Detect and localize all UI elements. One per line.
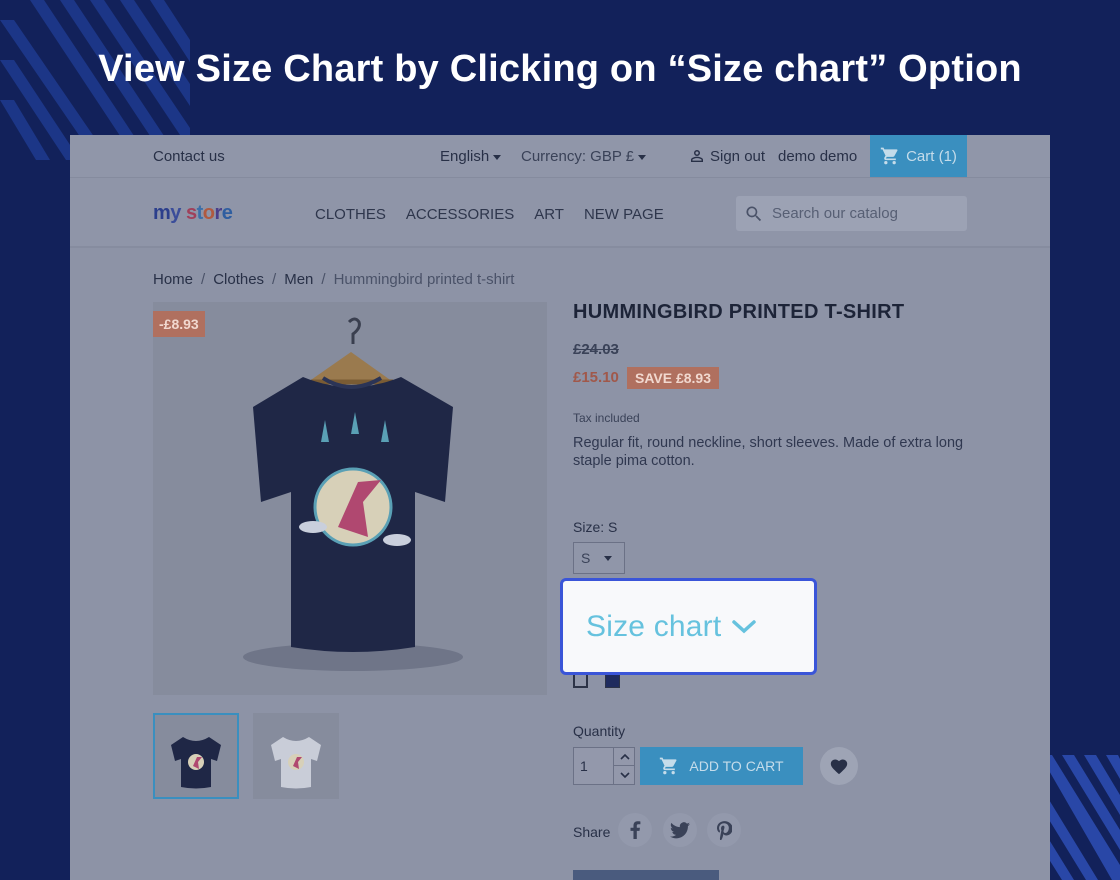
pinterest-icon — [716, 820, 732, 840]
product-title: HUMMINGBIRD PRINTED T-SHIRT — [573, 301, 905, 323]
heart-icon — [830, 759, 848, 775]
wishlist-button[interactable] — [820, 747, 858, 785]
language-selector[interactable]: English — [440, 148, 502, 165]
chevron-up-icon — [619, 753, 630, 760]
quantity-label: Quantity — [573, 723, 626, 739]
cart-icon — [660, 757, 677, 775]
caret-down-icon — [493, 154, 502, 160]
sign-out-link[interactable]: Sign out — [688, 147, 765, 165]
twitter-icon — [670, 821, 690, 838]
decorative-stripes-bottom-right — [1040, 755, 1120, 880]
main-menu: CLOTHES ACCESSORIES ART NEW PAGE — [315, 206, 664, 223]
currency-label: Currency: GBP £ — [521, 148, 635, 165]
product-description: Regular fit, round neckline, short sleev… — [573, 435, 964, 469]
add-to-cart-button[interactable]: ADD TO CART — [640, 747, 803, 785]
color-swatch-navy[interactable] — [605, 673, 620, 688]
search-icon — [746, 206, 762, 221]
product-main-image[interactable] — [153, 302, 547, 695]
regular-price: £24.03 — [573, 341, 619, 358]
product-thumbnail-navy[interactable] — [153, 713, 239, 799]
size-label: Size: S — [573, 519, 618, 535]
tax-note: Tax included — [573, 411, 640, 425]
breadcrumb-clothes[interactable]: Clothes — [213, 271, 264, 288]
cart-button[interactable]: Cart (1) — [870, 135, 967, 177]
color-swatch-white[interactable] — [573, 673, 588, 688]
language-label: English — [440, 148, 490, 165]
cut-off-button — [573, 870, 719, 880]
quantity-increment-button[interactable] — [613, 747, 635, 766]
cart-label: Cart (1) — [906, 147, 957, 165]
menu-item-accessories[interactable]: ACCESSORIES — [406, 206, 514, 223]
breadcrumb-separator: / — [272, 271, 277, 288]
search-placeholder: Search our catalog — [772, 205, 898, 222]
store-logo[interactable]: my store — [153, 202, 233, 225]
add-to-cart-label: ADD TO CART — [689, 758, 784, 774]
size-select[interactable]: S — [573, 542, 625, 574]
share-label: Share — [573, 824, 611, 840]
menu-item-new-page[interactable]: NEW PAGE — [584, 206, 664, 223]
search-input[interactable]: Search our catalog — [736, 196, 967, 231]
discount-badge: -£8.93 — [153, 311, 205, 337]
menu-item-art[interactable]: ART — [534, 206, 564, 223]
main-header: my store CLOTHES ACCESSORIES ART NEW PAG… — [70, 178, 1050, 248]
sign-out-label: Sign out — [710, 147, 766, 165]
product-thumbnail-white[interactable] — [253, 713, 339, 799]
top-bar: Contact us English Currency: GBP £ Sign … — [70, 135, 1050, 178]
share-pinterest-button[interactable] — [707, 813, 741, 847]
save-badge: SAVE £8.93 — [627, 367, 720, 389]
contact-us-link[interactable]: Contact us — [153, 148, 225, 165]
share-facebook-button[interactable] — [618, 813, 652, 847]
chevron-down-icon — [619, 772, 630, 779]
breadcrumb: Home / Clothes / Men / Hummingbird print… — [153, 271, 514, 288]
size-chart-toggle[interactable]: Size chart — [560, 578, 817, 675]
current-price: £15.10 — [573, 369, 619, 386]
quantity-decrement-button[interactable] — [613, 766, 635, 785]
breadcrumb-separator: / — [321, 271, 326, 288]
breadcrumb-current: Hummingbird printed t-shirt — [333, 271, 515, 288]
breadcrumb-separator: / — [201, 271, 206, 288]
user-icon — [691, 150, 703, 162]
menu-item-clothes[interactable]: CLOTHES — [315, 206, 386, 223]
currency-selector[interactable]: Currency: GBP £ — [521, 148, 647, 165]
page-headline: View Size Chart by Clicking on “Size cha… — [98, 48, 1022, 90]
caret-down-icon — [638, 154, 647, 160]
caret-down-icon — [604, 555, 613, 561]
breadcrumb-men[interactable]: Men — [284, 271, 313, 288]
size-chart-label: Size chart — [586, 609, 722, 643]
size-select-value: S — [581, 550, 591, 566]
cart-icon — [880, 147, 898, 165]
chevron-down-icon — [732, 619, 757, 633]
share-twitter-button[interactable] — [663, 813, 697, 847]
facebook-icon — [630, 821, 641, 839]
account-name-link[interactable]: demo demo — [778, 148, 857, 165]
store-screenshot: Contact us English Currency: GBP £ Sign … — [70, 135, 1050, 880]
breadcrumb-home[interactable]: Home — [153, 271, 193, 288]
